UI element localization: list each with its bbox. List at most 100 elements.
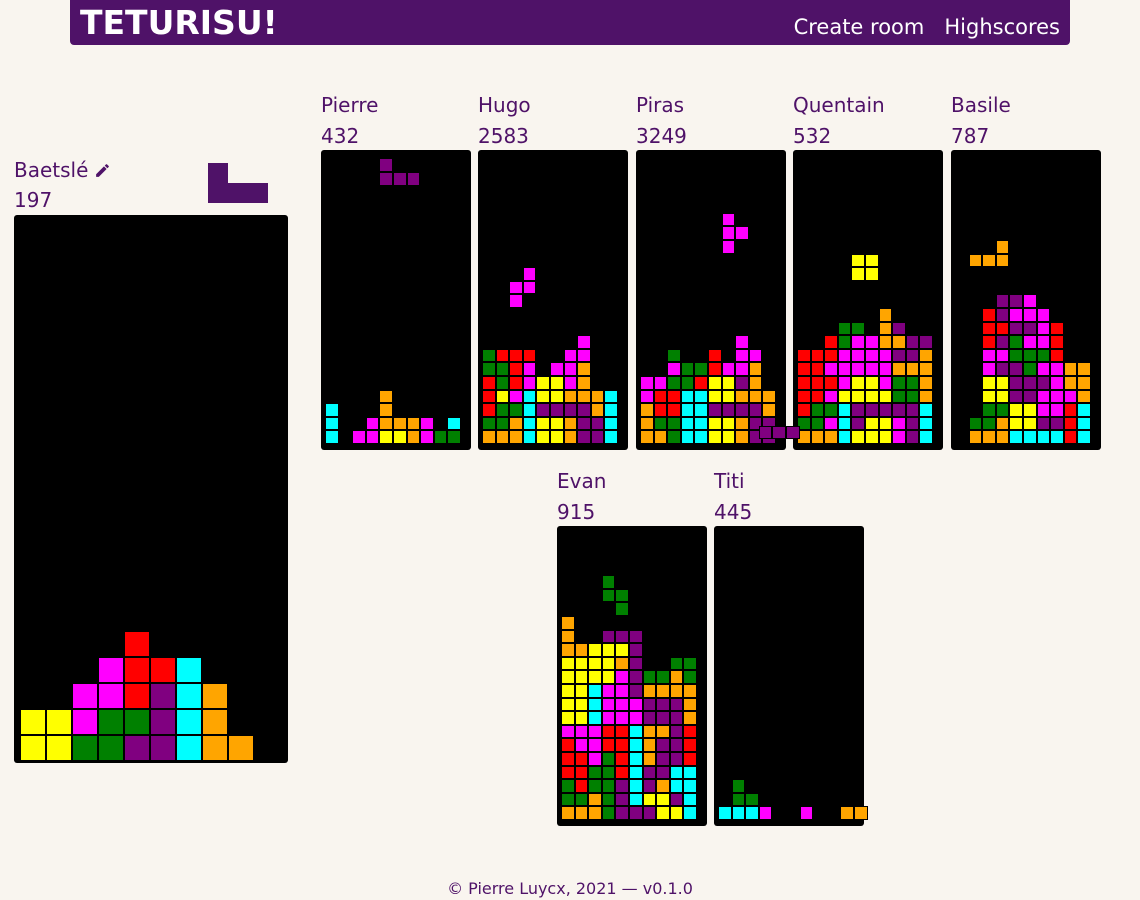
board-block [919, 376, 933, 390]
board-block [667, 362, 681, 376]
board-block [522, 267, 537, 281]
board-block [810, 416, 825, 431]
board-block [680, 376, 695, 390]
board-block [495, 348, 510, 363]
board-block [176, 657, 202, 683]
app-logo[interactable]: TETURISU! [80, 3, 278, 43]
board-block [680, 416, 695, 431]
board-block [629, 779, 643, 793]
board-block [1009, 362, 1023, 376]
board-block [550, 376, 564, 390]
main-player-name-row: Baetslé [14, 158, 111, 184]
board-block [708, 389, 722, 404]
player-name-evan: Evan [557, 469, 607, 493]
board-block [601, 588, 616, 603]
board-block [124, 735, 150, 761]
board-block [604, 389, 618, 404]
board-block [577, 348, 591, 363]
board-block [577, 403, 591, 417]
board-block [601, 792, 616, 807]
board-block [588, 724, 602, 739]
board-block [824, 376, 838, 390]
board-block [588, 656, 602, 671]
board-block [629, 806, 643, 820]
board-block [588, 738, 602, 752]
board-block [588, 643, 602, 657]
board-block [721, 240, 736, 254]
board-block [653, 403, 668, 417]
board-block [642, 738, 657, 752]
board-block [799, 806, 814, 820]
player-name-pierre: Pierre [321, 93, 379, 117]
board-block [683, 765, 697, 780]
board-block [851, 376, 865, 390]
board-block [615, 792, 629, 807]
board-block [20, 735, 46, 761]
board-block [495, 389, 510, 404]
board-block [550, 362, 564, 376]
board-block [522, 280, 537, 295]
board-block [1050, 416, 1064, 431]
board-block [124, 631, 150, 657]
board-block [762, 403, 776, 417]
board-block [810, 430, 825, 444]
board-block [601, 684, 616, 698]
board-block [851, 335, 865, 349]
board-block [1077, 403, 1091, 417]
board-block [721, 389, 736, 404]
board-block [202, 735, 228, 761]
board-block [615, 738, 629, 752]
create-room-link[interactable]: Create room [794, 13, 925, 41]
board-block [642, 765, 657, 780]
board-block [550, 403, 564, 417]
board-block [797, 389, 811, 404]
board-block [509, 389, 523, 404]
board-block [577, 430, 591, 444]
board-block [1036, 376, 1051, 390]
board-block [824, 335, 838, 349]
board-block [495, 362, 510, 376]
board-block [748, 403, 763, 417]
board-block [982, 321, 996, 336]
board-block [577, 389, 591, 404]
board-block [919, 348, 933, 363]
board-block [854, 806, 868, 820]
board-block [509, 362, 523, 376]
board-block [708, 348, 722, 363]
board-block [892, 348, 906, 363]
board-block [561, 806, 575, 820]
highscores-link[interactable]: Highscores [944, 13, 1060, 41]
board-block [574, 792, 589, 807]
board-block [653, 416, 668, 431]
board-block [379, 158, 393, 172]
board-block [1036, 416, 1051, 431]
board-block [615, 711, 629, 725]
board-block [522, 362, 537, 376]
player-score-pierre: 432 [321, 124, 360, 148]
board-block [574, 697, 589, 712]
board-block [522, 348, 537, 363]
board-block [1050, 376, 1064, 390]
board-block [536, 376, 550, 390]
edit-name-pencil-icon[interactable] [94, 160, 111, 184]
board-block [642, 711, 657, 725]
board-block [865, 389, 879, 404]
board-block [379, 172, 393, 186]
board-block [851, 362, 865, 376]
board-block [1063, 376, 1078, 390]
board-block [1023, 348, 1037, 363]
main-player-score: 197 [14, 188, 53, 212]
board-block [588, 711, 602, 725]
board-block [577, 335, 591, 349]
board-block [509, 376, 523, 390]
board-block [748, 376, 763, 390]
player-score-evan: 915 [557, 500, 596, 524]
board-block [325, 430, 339, 444]
board-block [1023, 308, 1037, 322]
board-block [656, 724, 670, 739]
board-block [98, 709, 124, 735]
board-block [669, 806, 684, 820]
board-block [1036, 430, 1051, 444]
board-block [878, 403, 893, 417]
board-block [837, 430, 852, 444]
